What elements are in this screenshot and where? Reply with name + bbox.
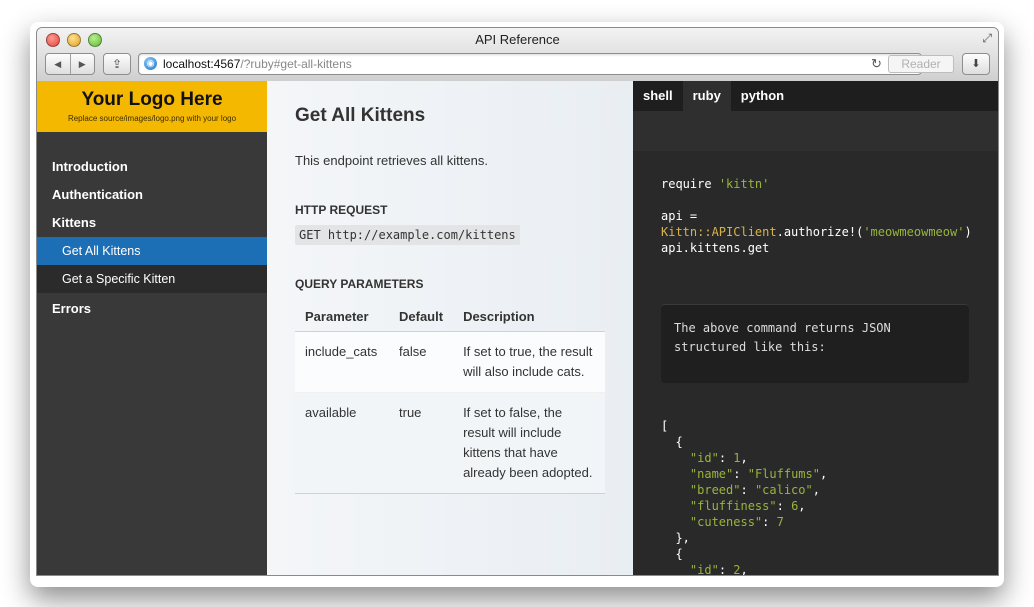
code-panel: shell ruby python require 'kittn' api = …: [633, 81, 998, 575]
page-content: Your Logo Here Replace source/images/log…: [37, 81, 998, 575]
back-button[interactable]: ◀: [46, 54, 71, 74]
language-tabs: shell ruby python: [633, 81, 998, 111]
http-request-heading: HTTP REQUEST: [295, 203, 388, 217]
json-string: "cuteness": [689, 515, 763, 529]
tab-divider: [633, 111, 998, 151]
code-require-line: require 'kittn': [661, 176, 769, 192]
page-title: Get All Kittens: [295, 105, 426, 126]
back-forward-buttons: ◀ ▶: [45, 53, 95, 75]
forward-button[interactable]: ▶: [71, 54, 95, 74]
fullscreen-icon[interactable]: ⤢: [982, 31, 992, 46]
browser-window: API Reference ⤢ ◀ ▶ ⇪ ◉ localhost:4567/?…: [36, 27, 999, 576]
table-cell: available: [295, 392, 389, 494]
tab-ruby[interactable]: ruby: [682, 81, 731, 111]
downloads-button[interactable]: ⬇: [962, 53, 990, 75]
json-line: "cuteness": 7: [689, 515, 784, 529]
table-row: available true If set to false, the resu…: [295, 392, 605, 494]
window-title: API Reference: [475, 32, 560, 47]
json-string: "id": [689, 563, 719, 576]
toc-item-errors[interactable]: Errors: [37, 295, 267, 323]
url-host: localhost:4567: [163, 57, 241, 71]
titlebar: API Reference ⤢ ◀ ▶ ⇪ ◉ localhost:4567/?…: [37, 28, 998, 82]
code-assign-line: api =: [661, 209, 698, 223]
code-separator: ::: [697, 225, 712, 239]
json-string: "id": [689, 451, 719, 465]
json-sample: [ { "id": 1, "name": "Fluffums", "breed"…: [661, 418, 828, 576]
json-string: "breed": [689, 483, 741, 497]
json-string: "calico": [754, 483, 813, 497]
toc-item-authentication[interactable]: Authentication: [37, 181, 267, 209]
json-line: {: [661, 435, 683, 449]
main-content: Get All Kittens This endpoint retrieves …: [267, 81, 633, 575]
intro-text: This endpoint retrieves all kittens.: [295, 153, 488, 168]
http-request-code: GET http://example.com/kittens: [295, 225, 520, 245]
table-cell: If set to true, the result will also inc…: [453, 331, 605, 393]
json-number: 2: [733, 563, 741, 576]
code-namespace: Kittn: [661, 225, 698, 239]
url-path: /?ruby#get-all-kittens: [240, 57, 352, 71]
code-client-line: Kittn::APIClient.authorize!('meowmeowmeo…: [661, 224, 972, 240]
json-string: "name": [689, 467, 734, 481]
json-line: {: [661, 547, 683, 561]
json-string: "fluffiness": [689, 499, 777, 513]
code-get-line: api.kittens.get: [661, 241, 770, 255]
json-line: },: [661, 531, 690, 545]
tab-shell[interactable]: shell: [633, 81, 683, 111]
reader-button[interactable]: Reader: [888, 55, 954, 73]
json-number: 6: [791, 499, 799, 513]
sidebar: Your Logo Here Replace source/images/log…: [37, 81, 267, 575]
reload-icon[interactable]: ↻: [871, 56, 882, 72]
globe-icon: ◉: [144, 57, 157, 70]
toc-item-introduction[interactable]: Introduction: [37, 153, 267, 181]
toc-item-get-a-specific-kitten[interactable]: Get a Specific Kitten: [37, 265, 267, 293]
address-bar[interactable]: ◉ localhost:4567/?ruby#get-all-kittens ↻…: [138, 53, 954, 75]
table-of-contents: Introduction Authentication Kittens Get …: [37, 153, 267, 323]
json-line: "id": 2,: [689, 563, 748, 576]
table-cell: false: [389, 331, 454, 393]
json-line: [: [661, 419, 669, 433]
table-cell: If set to false, the result will include…: [453, 392, 605, 494]
logo-subtitle: Replace source/images/logo.png with your…: [67, 114, 237, 123]
code-class: APIClient: [711, 225, 777, 239]
tab-python[interactable]: python: [731, 81, 794, 111]
json-line: "breed": "calico",: [689, 483, 820, 497]
code-keyword: require: [661, 177, 712, 191]
json-number: 7: [776, 515, 784, 529]
table-cell: true: [389, 392, 454, 494]
code-string: 'kittn': [718, 177, 770, 191]
code-string: 'meowmeowmeow': [863, 225, 965, 239]
parameters-table: Parameter Default Description include_ca…: [295, 301, 605, 494]
table-header-description: Description: [453, 301, 605, 332]
table-header-parameter: Parameter: [295, 301, 389, 332]
share-button[interactable]: ⇪: [103, 53, 131, 75]
table-header-row: Parameter Default Description: [295, 301, 605, 332]
table-header-default: Default: [389, 301, 454, 332]
logo-title: Your Logo Here: [81, 89, 223, 110]
json-line: "name": "Fluffums",: [689, 467, 828, 481]
url-text[interactable]: localhost:4567/?ruby#get-all-kittens: [163, 57, 352, 71]
logo[interactable]: Your Logo Here Replace source/images/log…: [37, 81, 267, 132]
json-number: 1: [733, 451, 741, 465]
code-method: .authorize!(: [776, 225, 864, 239]
json-note: The above command returns JSON structure…: [661, 304, 969, 383]
table-row: include_cats false If set to true, the r…: [295, 331, 605, 393]
table-cell: include_cats: [295, 331, 389, 393]
toc-item-kittens[interactable]: Kittens: [37, 209, 267, 237]
toc-item-get-all-kittens[interactable]: Get All Kittens: [37, 237, 267, 265]
json-string: "Fluffums": [747, 467, 820, 481]
json-line: "fluffiness": 6,: [689, 499, 806, 513]
json-line: "id": 1,: [689, 451, 748, 465]
query-parameters-heading: QUERY PARAMETERS: [295, 277, 424, 291]
code-paren: ): [964, 225, 972, 239]
